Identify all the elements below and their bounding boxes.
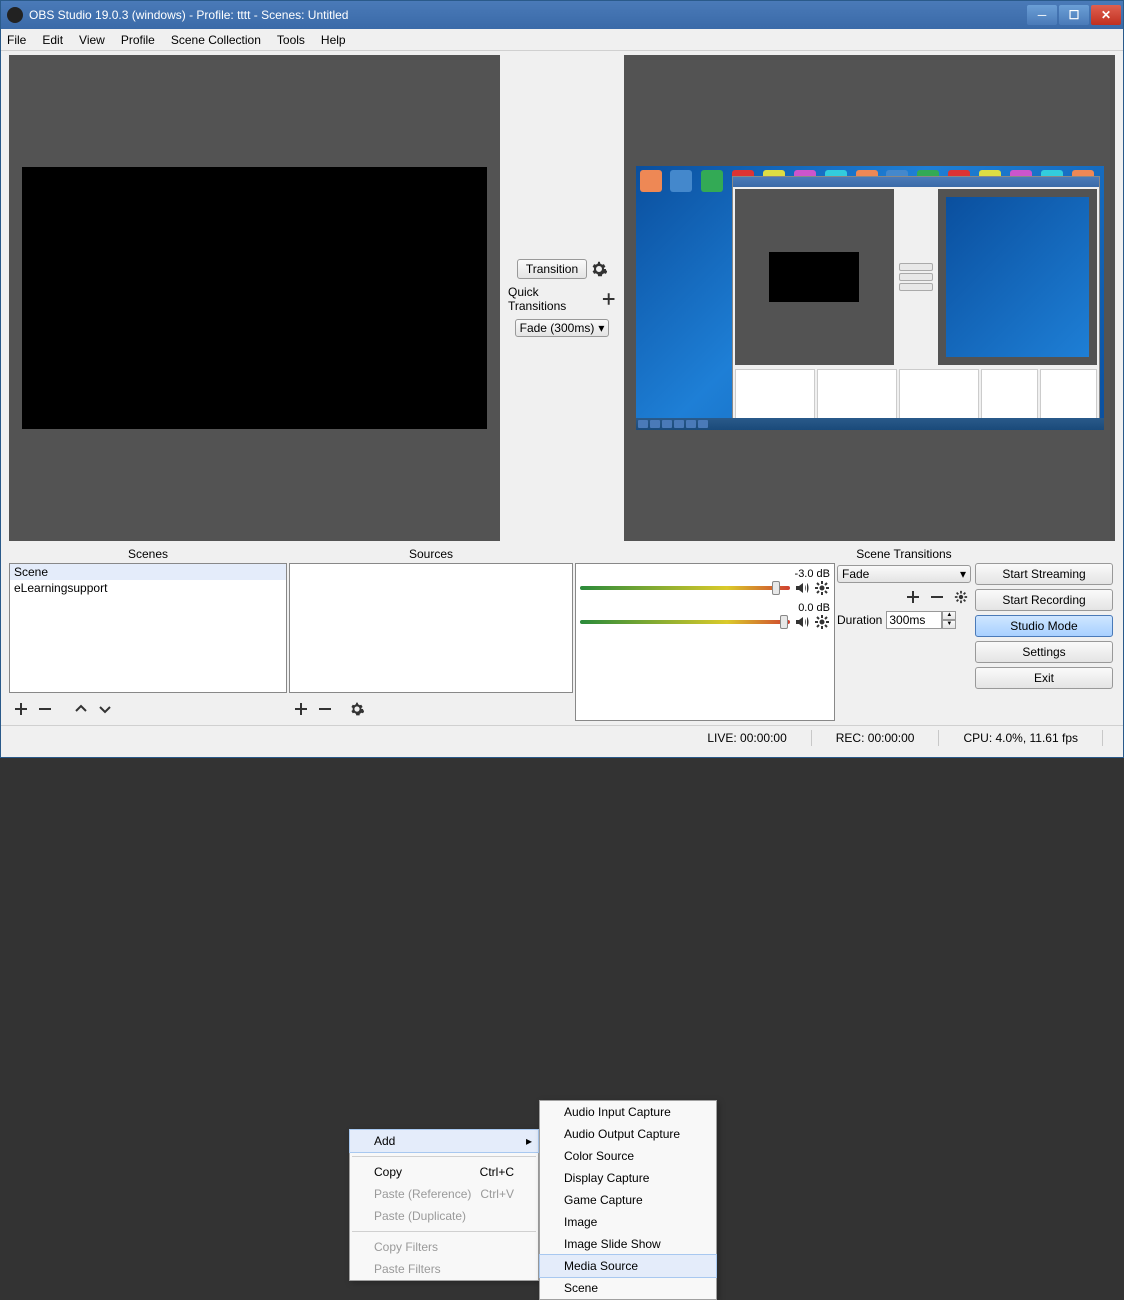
ctx-copy[interactable]: CopyCtrl+C xyxy=(350,1161,538,1183)
quick-transition-value: Fade (300ms) xyxy=(520,321,595,335)
transition-add-icon[interactable] xyxy=(903,587,923,607)
status-bar: LIVE: 00:00:00 REC: 00:00:00 CPU: 4.0%, … xyxy=(1,725,1123,749)
submenu-audio-input-capture[interactable]: Audio Input Capture xyxy=(540,1101,716,1123)
speaker-icon[interactable] xyxy=(794,580,810,596)
app-icon xyxy=(7,7,23,23)
transition-select[interactable]: Fade ▾ xyxy=(837,565,971,583)
submenu-audio-output-capture[interactable]: Audio Output Capture xyxy=(540,1123,716,1145)
exit-button[interactable]: Exit xyxy=(975,667,1113,689)
submenu-arrow-icon: ▸ xyxy=(526,1134,532,1148)
menubar: File Edit View Profile Scene Collection … xyxy=(1,29,1123,51)
mixer-slider[interactable] xyxy=(580,620,790,624)
mixer-slider[interactable] xyxy=(580,586,790,590)
transition-gear-icon[interactable] xyxy=(951,587,971,607)
submenu-image-slide-show[interactable]: Image Slide Show xyxy=(540,1233,716,1255)
scene-transitions-title: Scene Transitions xyxy=(837,545,971,563)
start-recording-button[interactable]: Start Recording xyxy=(975,589,1113,611)
list-item[interactable]: Scene xyxy=(10,564,286,580)
maximize-button[interactable]: ☐ xyxy=(1059,5,1089,25)
sources-remove-icon[interactable] xyxy=(315,699,335,719)
quick-transition-combo[interactable]: Fade (300ms) ▾ xyxy=(515,319,610,337)
titlebar: OBS Studio 19.0.3 (windows) - Profile: t… xyxy=(1,1,1123,29)
gear-icon[interactable] xyxy=(814,614,830,630)
sources-add-icon[interactable] xyxy=(291,699,311,719)
quick-transitions-add-icon[interactable] xyxy=(601,291,616,307)
duration-label: Duration xyxy=(837,613,882,627)
duration-input[interactable] xyxy=(886,611,942,629)
submenu-game-capture[interactable]: Game Capture xyxy=(540,1189,716,1211)
window-title: OBS Studio 19.0.3 (windows) - Profile: t… xyxy=(29,8,1027,22)
transition-remove-icon[interactable] xyxy=(927,587,947,607)
controls-panel: x Start Streaming Start Recording Studio… xyxy=(973,545,1115,721)
submenu-media-source[interactable]: Media Source xyxy=(539,1254,717,1278)
gear-icon[interactable] xyxy=(814,580,830,596)
submenu-image[interactable]: Image xyxy=(540,1211,716,1233)
sources-gear-icon[interactable] xyxy=(347,699,367,719)
studio-mode-button[interactable]: Studio Mode xyxy=(975,615,1113,637)
status-rec: REC: 00:00:00 xyxy=(836,731,915,745)
quick-transitions-label: Quick Transitions xyxy=(508,285,597,313)
ctx-paste-reference[interactable]: Paste (Reference)Ctrl+V xyxy=(350,1183,538,1205)
mixer-panel: Mixer -3.0 dB 0.0 dB xyxy=(575,545,835,721)
scene-transitions-panel: Scene Transitions Fade ▾ Duration xyxy=(837,545,971,721)
menu-profile[interactable]: Profile xyxy=(121,33,155,47)
transition-button[interactable]: Transition xyxy=(517,259,587,279)
status-cpu: CPU: 4.0%, 11.61 fps xyxy=(963,731,1078,745)
menu-tools[interactable]: Tools xyxy=(277,33,305,47)
speaker-icon[interactable] xyxy=(794,614,810,630)
ctx-paste-duplicate[interactable]: Paste (Duplicate) xyxy=(350,1205,538,1227)
sources-context-menu: Add ▸ CopyCtrl+C Paste (Reference)Ctrl+V… xyxy=(349,1129,539,1281)
sources-list[interactable] xyxy=(289,563,573,693)
close-button[interactable]: ✕ xyxy=(1091,5,1121,25)
settings-button[interactable]: Settings xyxy=(975,641,1113,663)
scenes-move-up-icon[interactable] xyxy=(71,699,91,719)
submenu-display-capture[interactable]: Display Capture xyxy=(540,1167,716,1189)
submenu-scene[interactable]: Scene xyxy=(540,1277,716,1299)
status-live: LIVE: 00:00:00 xyxy=(707,731,786,745)
chevron-down-icon: ▾ xyxy=(960,567,966,581)
scenes-add-icon[interactable] xyxy=(11,699,31,719)
ctx-copy-filters[interactable]: Copy Filters xyxy=(350,1236,538,1258)
ctx-paste-filters[interactable]: Paste Filters xyxy=(350,1258,538,1280)
list-item[interactable]: eLearningsupport xyxy=(10,580,286,596)
minimize-button[interactable]: ─ xyxy=(1027,5,1057,25)
submenu-color-source[interactable]: Color Source xyxy=(540,1145,716,1167)
scenes-remove-icon[interactable] xyxy=(35,699,55,719)
sources-panel: Sources xyxy=(289,545,573,721)
scenes-title: Scenes xyxy=(9,545,287,563)
mixer-db: -3.0 dB xyxy=(580,568,830,580)
scenes-panel: Scenes Scene eLearningsupport xyxy=(9,545,287,721)
duration-spinner[interactable]: ▲▼ xyxy=(942,611,956,629)
start-streaming-button[interactable]: Start Streaming xyxy=(975,563,1113,585)
menu-view[interactable]: View xyxy=(79,33,105,47)
preview-left[interactable] xyxy=(9,55,500,541)
menu-help[interactable]: Help xyxy=(321,33,346,47)
preview-left-canvas xyxy=(22,167,487,429)
mixer-db: 0.0 dB xyxy=(580,602,830,614)
preview-right[interactable] xyxy=(624,55,1115,541)
add-submenu: Audio Input Capture Audio Output Capture… xyxy=(539,1100,717,1300)
app-window: OBS Studio 19.0.3 (windows) - Profile: t… xyxy=(0,0,1124,758)
transition-gear-icon[interactable] xyxy=(591,261,607,277)
menu-edit[interactable]: Edit xyxy=(42,33,63,47)
nested-obs-window xyxy=(732,176,1100,428)
sources-title: Sources xyxy=(289,545,573,563)
menu-scene-collection[interactable]: Scene Collection xyxy=(171,33,261,47)
ctx-add[interactable]: Add ▸ xyxy=(349,1129,539,1153)
menu-file[interactable]: File xyxy=(7,33,26,47)
scenes-list[interactable]: Scene eLearningsupport xyxy=(9,563,287,693)
scenes-move-down-icon[interactable] xyxy=(95,699,115,719)
chevron-down-icon: ▾ xyxy=(598,321,604,335)
